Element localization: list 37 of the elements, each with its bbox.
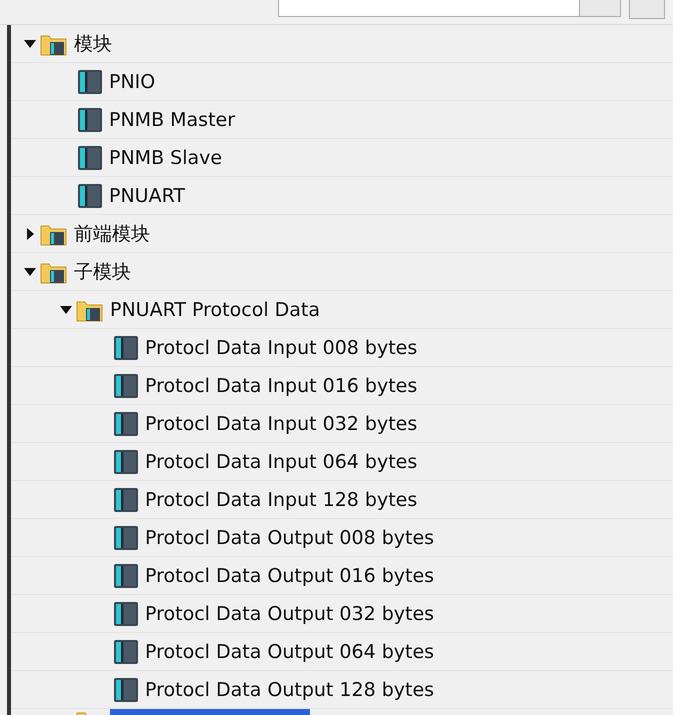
module-label[interactable]: Protocl Data Output 016 bytes bbox=[145, 564, 434, 586]
module-label[interactable]: Protocl Data Input 016 bytes bbox=[145, 374, 418, 396]
module-icon bbox=[113, 372, 139, 398]
folder-label[interactable]: 前端模块 bbox=[74, 220, 150, 246]
module-icon bbox=[113, 410, 139, 436]
module-label[interactable]: PNUART bbox=[109, 184, 185, 206]
expand-arrow-icon[interactable] bbox=[26, 228, 34, 240]
module-icon bbox=[113, 448, 139, 474]
folder-label[interactable]: 子模块 bbox=[74, 258, 131, 284]
module-icon bbox=[113, 676, 139, 702]
module-label[interactable]: Protocl Data Input 008 bytes bbox=[145, 336, 418, 358]
module-label[interactable]: Protocl Data Input 128 bytes bbox=[145, 488, 418, 510]
module-label[interactable]: Protocl Data Output 032 bytes bbox=[145, 602, 434, 624]
module-icon bbox=[77, 68, 103, 94]
folder-label[interactable]: PNUART Protocol Data bbox=[110, 298, 320, 320]
collapse-arrow-icon[interactable] bbox=[60, 306, 72, 314]
folder-label[interactable]: 模块 bbox=[74, 30, 112, 56]
collapse-arrow-icon[interactable] bbox=[24, 40, 36, 48]
search-field[interactable] bbox=[278, 0, 580, 17]
module-icon bbox=[77, 182, 103, 208]
module-icon bbox=[113, 600, 139, 626]
module-label[interactable]: Protocl Data Output 008 bytes bbox=[145, 526, 434, 548]
module-label[interactable]: Protocl Data Output 064 bytes bbox=[145, 640, 434, 662]
module-label[interactable]: PNIO bbox=[109, 70, 156, 92]
module-label[interactable]: Protocl Data Output 128 bytes bbox=[145, 678, 434, 700]
module-label[interactable]: PNMB Slave bbox=[109, 146, 222, 168]
module-icon bbox=[77, 106, 103, 132]
module-icon bbox=[77, 144, 103, 170]
module-icon bbox=[113, 562, 139, 588]
module-label[interactable]: Protocl Data Input 064 bytes bbox=[145, 450, 418, 472]
module-icon bbox=[113, 486, 139, 512]
module-icon bbox=[113, 638, 139, 664]
module-icon bbox=[113, 524, 139, 550]
module-label[interactable]: PNMB Master bbox=[109, 108, 236, 130]
module-icon bbox=[113, 334, 139, 360]
module-label[interactable]: Protocl Data Input 032 bytes bbox=[145, 412, 418, 434]
collapse-arrow-icon[interactable] bbox=[24, 268, 36, 276]
